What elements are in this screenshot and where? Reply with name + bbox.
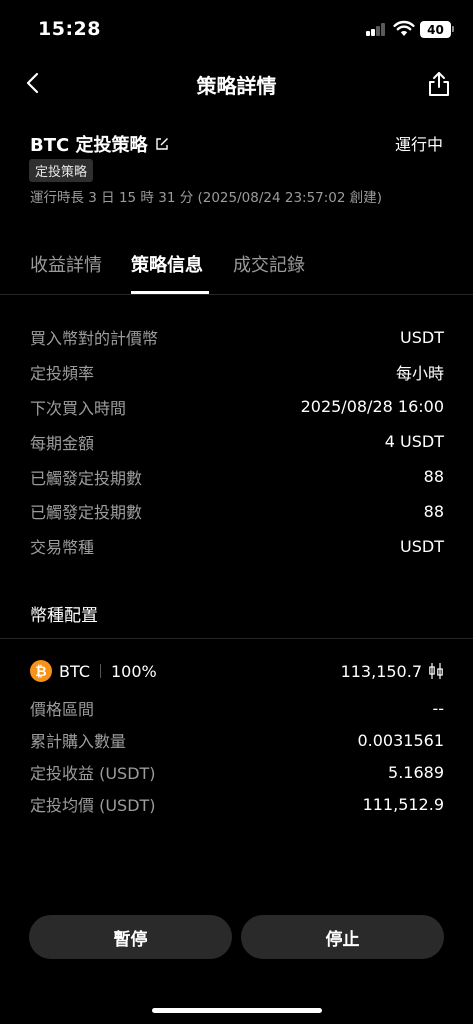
strategy-name-text: BTC 定投策略 [30, 135, 148, 156]
divider [0, 638, 473, 639]
wifi-icon [393, 20, 415, 36]
info-value: 0.0031561 [357, 730, 444, 750]
info-row: 已觸發定投期數 88 [30, 459, 444, 494]
info-row: 交易幣種 USDT [30, 529, 444, 564]
info-label: 交易幣種 [30, 538, 95, 558]
coin-price: 113,150.7 [341, 662, 444, 681]
active-tab-underline [131, 291, 209, 294]
coin-row: ₿ BTC 100% 113,150.7 [30, 658, 444, 684]
info-label: 定投頻率 [30, 364, 95, 384]
divider [99, 664, 101, 678]
status-bar: 15:28 40 [0, 0, 473, 58]
coin-percent: 100% [110, 661, 157, 681]
nav-bar: 策略詳情 [0, 60, 473, 106]
strategy-type-badge: 定投策略 [29, 159, 94, 182]
info-value: USDT [400, 327, 444, 347]
strategy-info-list: 買入幣對的計價幣 USDT 定投頻率 每小時 下次買入時間 2025/08/28… [30, 320, 444, 564]
pause-button[interactable]: 暫停 [29, 915, 232, 959]
info-value: 88 [423, 501, 444, 521]
page-title: 策略詳情 [196, 74, 277, 98]
info-label: 累計購入數量 [30, 732, 127, 751]
tab-trade-records[interactable]: 成交記錄 [233, 251, 305, 277]
info-label: 已觸發定投期數 [30, 468, 143, 488]
info-row: 每期金額 4 USDT [30, 424, 444, 459]
tab-bar: 收益詳情 策略信息 成交記錄 [0, 251, 473, 295]
info-row: 下次買入時間 2025/08/28 16:00 [30, 390, 444, 425]
info-value: USDT [400, 536, 444, 556]
edit-icon[interactable] [155, 137, 169, 151]
stop-button[interactable]: 停止 [241, 915, 444, 959]
info-label: 每期金額 [30, 433, 95, 453]
coin-price-value: 113,150.7 [340, 661, 422, 681]
bitcoin-icon: ₿ [30, 660, 52, 682]
info-value: 2025/08/28 16:00 [300, 397, 444, 417]
allocation-title: 幣種配置 [30, 606, 98, 626]
battery-nub [452, 26, 454, 32]
info-value: -- [432, 698, 444, 718]
info-label: 定投均價 (USDT) [30, 796, 156, 815]
running-status: 運行中 [394, 135, 443, 154]
candlestick-chart-icon[interactable] [428, 662, 444, 680]
tab-strategy-info[interactable]: 策略信息 [131, 251, 203, 277]
info-row: 定投收益 (USDT) 5.1689 [30, 756, 444, 788]
battery-icon: 40 [420, 21, 451, 38]
run-time: 運行時長 3 日 15 時 31 分 (2025/08/24 23:57:02 … [30, 190, 383, 206]
info-value: 88 [423, 467, 444, 487]
info-row: 累計購入數量 0.0031561 [30, 724, 444, 756]
info-row: 定投頻率 每小時 [30, 355, 444, 390]
info-label: 買入幣對的計價幣 [30, 329, 159, 349]
coin-symbol: BTC [59, 661, 90, 681]
info-label: 已觸發定投期數 [30, 503, 143, 523]
status-time: 15:28 [38, 18, 101, 40]
home-indicator[interactable] [152, 1008, 322, 1013]
share-icon[interactable] [426, 70, 452, 98]
info-label: 定投收益 (USDT) [30, 764, 156, 783]
info-label: 下次買入時間 [30, 398, 127, 418]
info-label: 價格區間 [30, 700, 95, 719]
info-row: 價格區間 -- [30, 692, 444, 724]
info-value: 每小時 [395, 364, 444, 384]
info-value: 4 USDT [384, 432, 444, 452]
coin-details-list: 價格區間 -- 累計購入數量 0.0031561 定投收益 (USDT) 5.1… [30, 692, 444, 820]
strategy-name: BTC 定投策略 [30, 131, 169, 157]
cellular-signal-icon [366, 22, 386, 36]
tab-profit-details[interactable]: 收益詳情 [30, 251, 102, 277]
info-row: 買入幣對的計價幣 USDT [30, 320, 444, 355]
info-value: 5.1689 [388, 762, 444, 782]
info-row: 定投均價 (USDT) 111,512.9 [30, 788, 444, 820]
info-row: 已觸發定投期數 88 [30, 494, 444, 529]
info-value: 111,512.9 [362, 794, 444, 814]
coin-info: ₿ BTC 100% [30, 660, 157, 682]
